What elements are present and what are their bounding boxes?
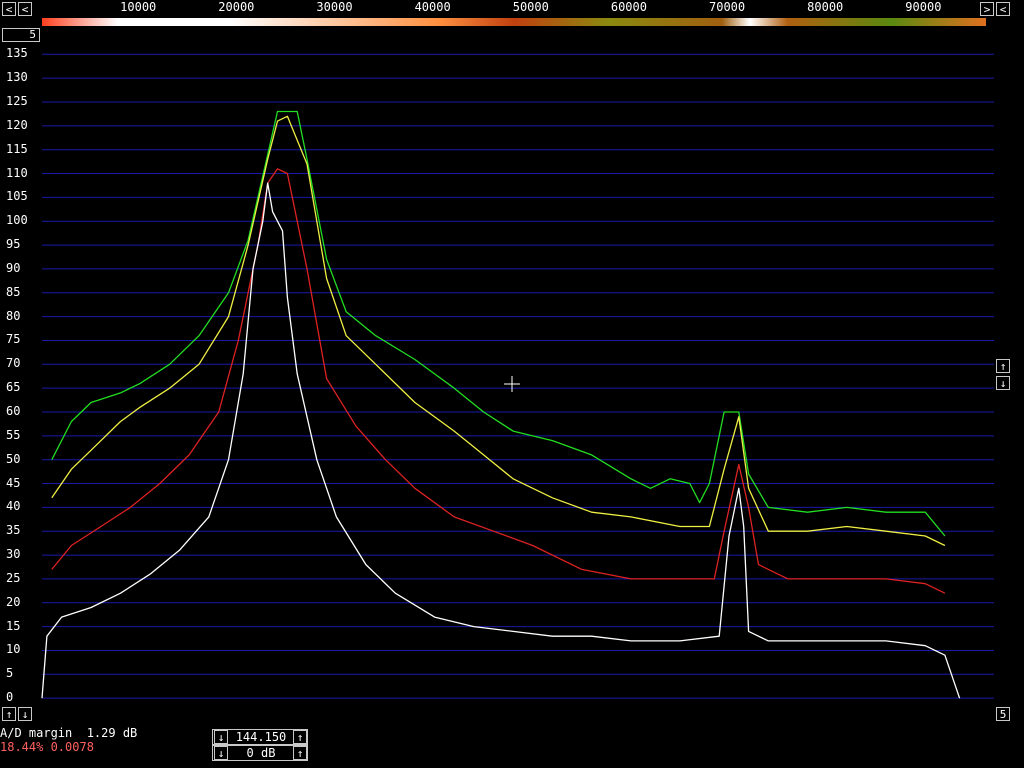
y-tick-label: 35 bbox=[6, 523, 21, 538]
y-tick-label: 10 bbox=[6, 642, 21, 657]
y-tick-label: 115 bbox=[6, 141, 28, 156]
y-tick-label: 125 bbox=[6, 94, 28, 108]
y-tick-label: 15 bbox=[6, 618, 21, 633]
frequency-value[interactable]: 144.150 bbox=[231, 730, 291, 744]
y-tick-label: 50 bbox=[6, 451, 21, 466]
y-tick-label: 25 bbox=[6, 570, 21, 585]
gain-down-button[interactable]: ↓ bbox=[214, 746, 228, 760]
y-tick-label: 55 bbox=[6, 427, 21, 442]
y-tick-label: 110 bbox=[6, 165, 28, 180]
trace-average-high bbox=[51, 115, 946, 547]
y-tick-label: 80 bbox=[6, 308, 21, 323]
trace-live bbox=[41, 182, 961, 699]
level-up-button[interactable]: ↑ bbox=[2, 707, 16, 721]
gain-value[interactable]: 0 dB bbox=[231, 746, 291, 760]
y-tick-label: 130 bbox=[6, 70, 28, 85]
y-tick-label: 45 bbox=[6, 475, 21, 490]
percent-readout: 18.44% 0.0078 bbox=[0, 740, 94, 754]
scale-down-button[interactable]: ↓ bbox=[996, 376, 1010, 390]
y-tick-label: 85 bbox=[6, 284, 21, 299]
trace-max-hold bbox=[51, 110, 946, 537]
y-tick-label: 40 bbox=[6, 499, 21, 514]
y-tick-label: 0 bbox=[6, 690, 14, 705]
y-tick-label: 135 bbox=[6, 46, 28, 61]
bottom-right-box[interactable]: 5 bbox=[996, 707, 1010, 721]
y-tick-label: 95 bbox=[6, 237, 21, 252]
y-tick-label: 100 bbox=[6, 213, 28, 228]
y-tick-label: 20 bbox=[6, 594, 21, 609]
gain-control: ↓ 0 dB ↑ bbox=[212, 745, 308, 761]
y-tick-label: 70 bbox=[6, 356, 21, 371]
level-down-button[interactable]: ↓ bbox=[18, 707, 32, 721]
gain-up-button[interactable]: ↑ bbox=[293, 746, 307, 760]
y-tick-label: 30 bbox=[6, 547, 21, 562]
y-tick-label: 75 bbox=[6, 332, 21, 347]
trace-average-low bbox=[51, 168, 946, 594]
freq-down-button[interactable]: ↓ bbox=[214, 730, 228, 744]
y-tick-label: 60 bbox=[6, 404, 21, 418]
freq-up-button[interactable]: ↑ bbox=[293, 730, 307, 744]
spectrum-plot[interactable] bbox=[0, 0, 1024, 768]
ad-margin-readout: A/D margin 1.29 dB bbox=[0, 726, 138, 740]
frequency-control: ↓ 144.150 ↑ bbox=[212, 729, 308, 745]
y-tick-label: 5 bbox=[6, 666, 14, 681]
y-tick-label: 65 bbox=[6, 380, 21, 395]
y-tick-label: 120 bbox=[6, 117, 28, 132]
y-tick-label: 105 bbox=[6, 189, 28, 204]
y-tick-label: 90 bbox=[6, 260, 21, 275]
scale-up-button[interactable]: ↑ bbox=[996, 359, 1010, 373]
